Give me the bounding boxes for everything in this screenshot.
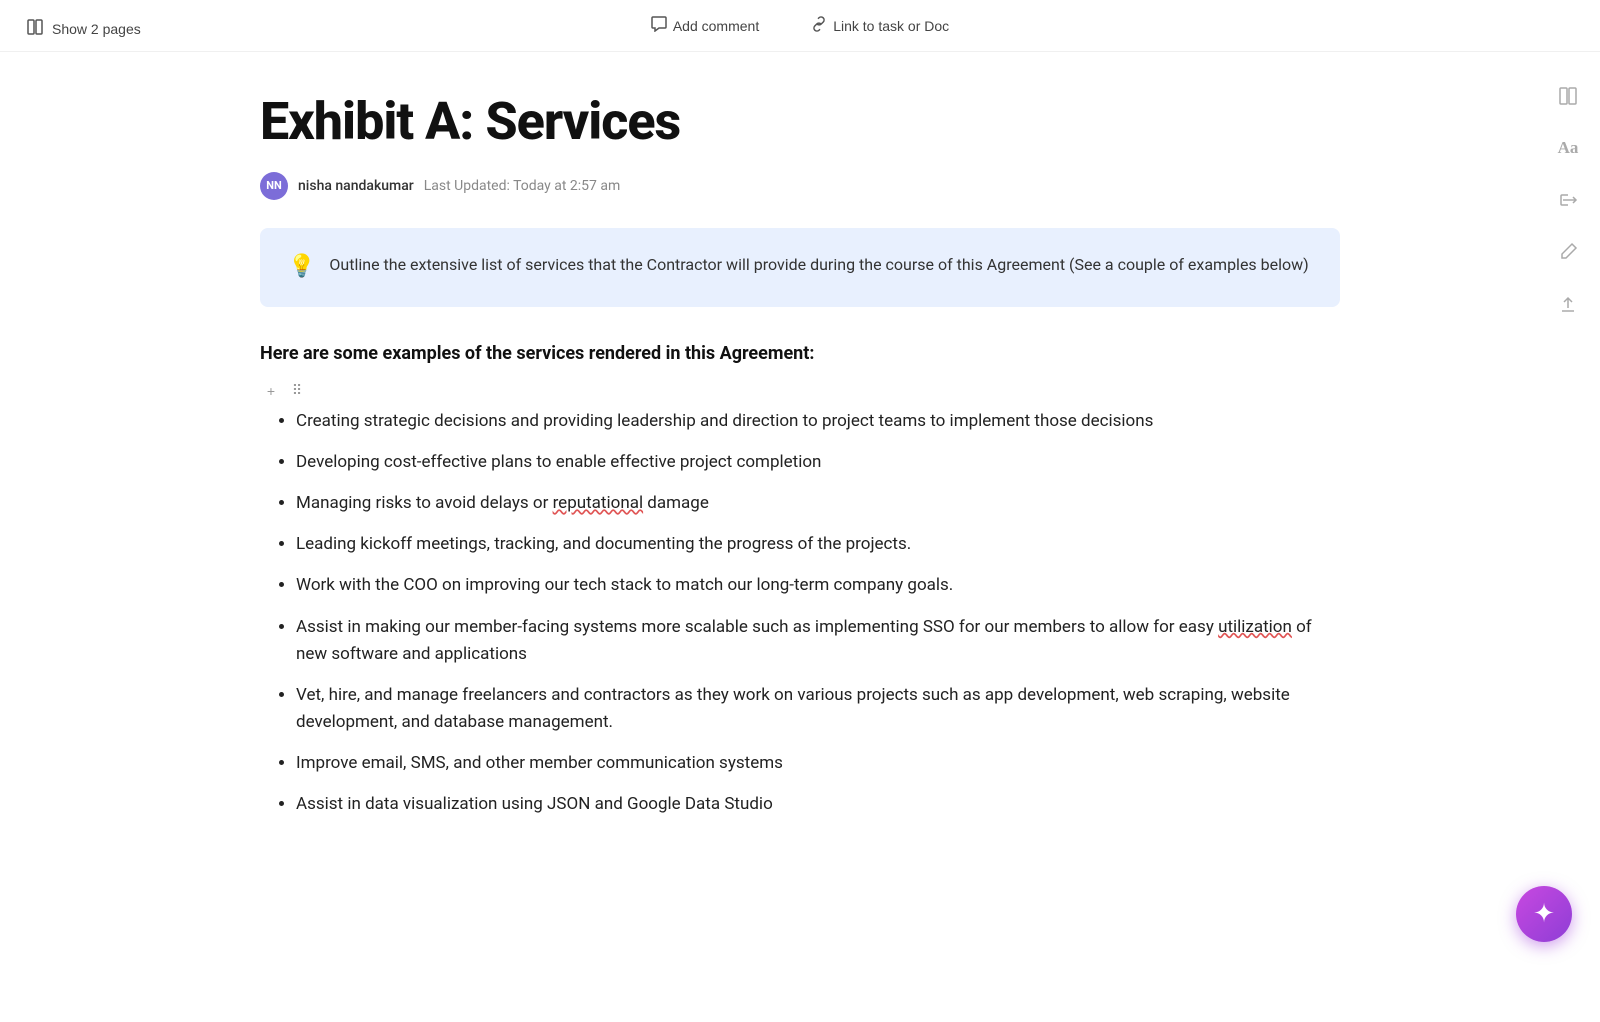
- block-controls: + ⠿: [260, 380, 1340, 402]
- text-format-icon[interactable]: Aa: [1552, 132, 1584, 164]
- show-pages-label: Show 2 pages: [52, 21, 141, 37]
- link-label: Link to task or Doc: [833, 18, 949, 34]
- drag-handle-button[interactable]: ⠿: [286, 380, 308, 402]
- list-item: Work with the COO on improving our tech …: [296, 572, 1340, 599]
- upload-icon[interactable]: [1552, 288, 1584, 320]
- list-item: Leading kickoff meetings, tracking, and …: [296, 531, 1340, 558]
- callout-icon: 💡: [288, 252, 315, 283]
- callout-text: Outline the extensive list of services t…: [329, 252, 1308, 278]
- add-block-button[interactable]: +: [260, 380, 282, 402]
- list-item: Assist in making our member-facing syste…: [296, 614, 1340, 668]
- fab-icon: ✦: [1533, 899, 1555, 929]
- avatar: NN: [260, 172, 288, 200]
- add-comment-label: Add comment: [673, 18, 759, 34]
- list-item: Developing cost-effective plans to enabl…: [296, 449, 1340, 476]
- share-icon[interactable]: [1552, 184, 1584, 216]
- add-comment-button[interactable]: Add comment: [641, 10, 769, 41]
- author-row: NN nisha nandakumar Last Updated: Today …: [260, 172, 1340, 200]
- link-button[interactable]: Link to task or Doc: [801, 10, 959, 41]
- toolbar: Add comment Link to task or Doc: [0, 0, 1600, 52]
- pages-icon: [26, 18, 44, 39]
- list-item: Improve email, SMS, and other member com…: [296, 750, 1340, 777]
- ai-fab-button[interactable]: ✦: [1516, 886, 1572, 942]
- callout-box: 💡 Outline the extensive list of services…: [260, 228, 1340, 307]
- list-item: Vet, hire, and manage freelancers and co…: [296, 682, 1340, 736]
- document-title: Exhibit A: Services: [260, 92, 1340, 152]
- list-item: Creating strategic decisions and providi…: [296, 408, 1340, 435]
- right-sidebar: Aa: [1552, 80, 1584, 320]
- show-pages-button[interactable]: Show 2 pages: [16, 12, 151, 45]
- list-item: Managing risks to avoid delays or reputa…: [296, 490, 1340, 517]
- layout-icon[interactable]: [1552, 80, 1584, 112]
- link-icon: [811, 16, 827, 35]
- author-name: nisha nandakumar: [298, 178, 414, 194]
- comment-icon: [651, 16, 667, 35]
- main-content: Exhibit A: Services NN nisha nandakumar …: [100, 52, 1500, 873]
- bullet-list: Creating strategic decisions and providi…: [260, 408, 1340, 819]
- last-updated: Last Updated: Today at 2:57 am: [424, 178, 621, 194]
- list-item: Assist in data visualization using JSON …: [296, 791, 1340, 818]
- edit-icon[interactable]: [1552, 236, 1584, 268]
- section-heading: Here are some examples of the services r…: [260, 343, 1340, 364]
